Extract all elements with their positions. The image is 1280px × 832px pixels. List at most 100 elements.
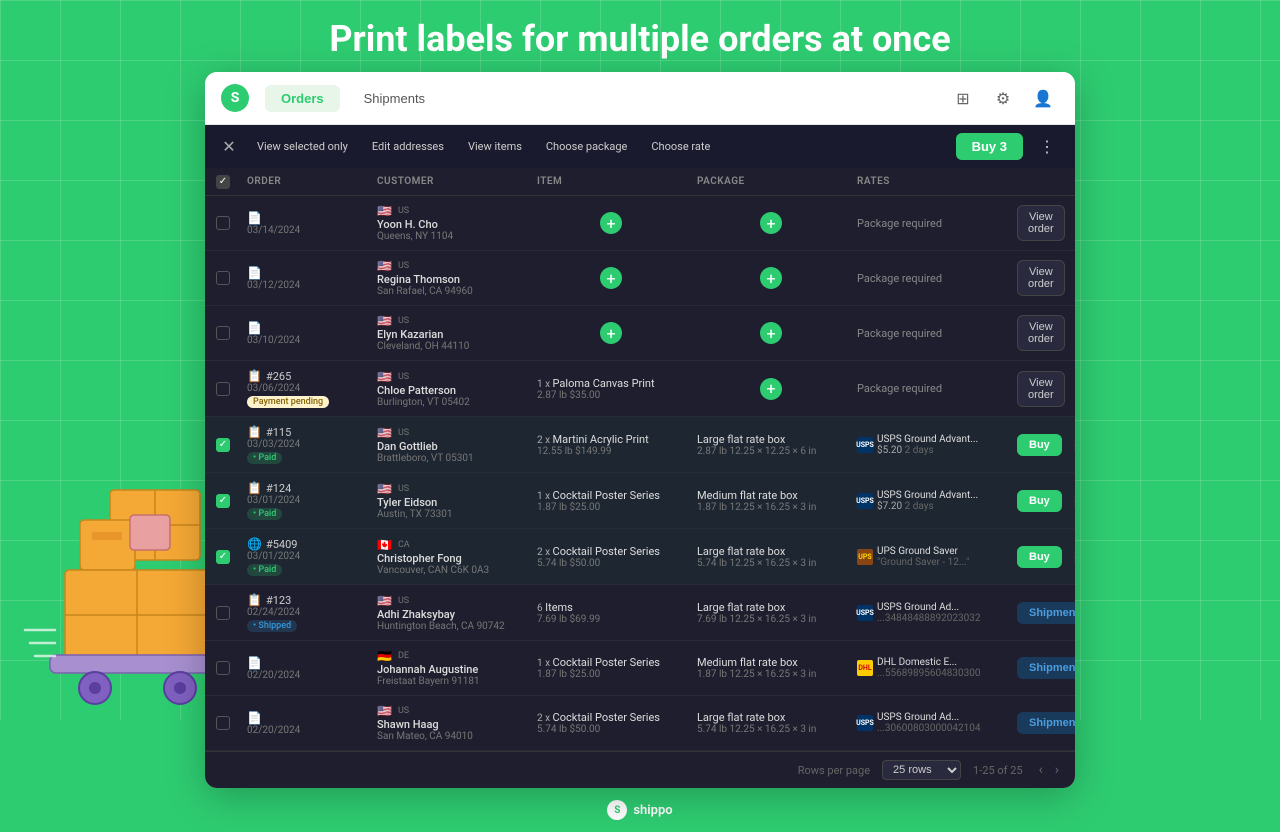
order-icon: 🌐 xyxy=(247,537,262,551)
add-item-icon[interactable]: + xyxy=(600,267,622,289)
add-item-icon[interactable]: + xyxy=(600,322,622,344)
package-dims: 2.87 lb 12.25 × 12.25 × 6 in xyxy=(697,446,845,457)
view-selected-label: View selected only xyxy=(249,136,356,157)
page-nav: ‹ › xyxy=(1035,760,1063,780)
buy-action-button[interactable]: Buy xyxy=(1017,546,1062,568)
col-rates: RATES xyxy=(851,174,1011,189)
prev-page-button[interactable]: ‹ xyxy=(1035,760,1047,780)
rate-price: $7.20 2 days xyxy=(877,501,978,512)
view-order-button[interactable]: View order xyxy=(1017,260,1065,296)
customer-name: Christopher Fong xyxy=(377,552,525,565)
order-date: 03/01/2024 xyxy=(247,551,365,562)
usps-logo: USPS xyxy=(857,437,873,453)
row-checkbox[interactable] xyxy=(216,326,230,340)
row-more-icon[interactable]: ⋮ xyxy=(1069,215,1075,232)
package-required-label: Package required xyxy=(857,217,942,230)
grid-icon[interactable]: ⊞ xyxy=(947,82,979,114)
rate-carrier: USPS USPS Ground Advant... $7.20 2 days xyxy=(857,490,1005,512)
customer-location: Queens, NY 1104 xyxy=(377,231,525,242)
tab-shipments[interactable]: Shipments xyxy=(348,85,441,112)
toolbar-more-icon[interactable]: ⋮ xyxy=(1031,133,1063,160)
order-icon: 📄 xyxy=(247,711,365,725)
rate-name: USPS Ground Ad... xyxy=(877,602,980,613)
table-row: 📄 03/12/2024 🇺🇸 US Regina Thomson San Ra… xyxy=(205,251,1075,306)
add-package-icon[interactable]: + xyxy=(760,378,782,400)
flag-icon: 🇺🇸 xyxy=(377,704,392,718)
select-all-checkbox[interactable]: ✓ xyxy=(216,175,230,189)
usps-logo: USPS xyxy=(857,605,873,621)
buy-action-button[interactable]: Buy xyxy=(1017,434,1062,456)
add-item-icon[interactable]: + xyxy=(600,212,622,234)
shipment-action-button[interactable]: Shipment xyxy=(1017,657,1075,679)
add-package-icon[interactable]: + xyxy=(760,267,782,289)
row-checkbox[interactable] xyxy=(216,716,230,730)
flag-icon: 🇺🇸 xyxy=(377,259,392,273)
close-icon[interactable]: ✕ xyxy=(217,135,241,159)
order-number: #124 xyxy=(266,482,291,495)
user-icon[interactable]: 👤 xyxy=(1027,82,1059,114)
row-checkbox[interactable]: ✓ xyxy=(216,438,230,452)
row-checkbox[interactable] xyxy=(216,271,230,285)
col-item: ITEM xyxy=(531,174,691,189)
row-more-icon[interactable]: ⋮ xyxy=(1069,270,1075,287)
table-container: ✓ ORDER CUSTOMER ITEM PACKAGE RATES 📄 03… xyxy=(205,168,1075,788)
payment-pending-badge: Payment pending xyxy=(247,396,329,408)
shipment-action-button[interactable]: Shipment xyxy=(1017,602,1075,624)
row-more-icon[interactable]: ⋮ xyxy=(1066,548,1075,565)
add-package-icon[interactable]: + xyxy=(760,212,782,234)
table-row: ✓ 📋 #115 03/03/2024 • Paid 🇺🇸 US Dan Got… xyxy=(205,417,1075,473)
usps-logo: USPS xyxy=(857,715,873,731)
table-row: 📄 03/14/2024 🇺🇸 US Yoon H. Cho Queens, N… xyxy=(205,196,1075,251)
shipment-action-button[interactable]: Shipment xyxy=(1017,712,1075,734)
row-checkbox[interactable] xyxy=(216,661,230,675)
buy-action-button[interactable]: Buy xyxy=(1017,490,1062,512)
choose-rate-label: Choose rate xyxy=(643,136,718,157)
table-footer: Rows per page 25 rows 50 rows 100 rows 1… xyxy=(205,751,1075,788)
rows-per-page-select[interactable]: 25 rows 50 rows 100 rows xyxy=(882,760,961,780)
buy-button[interactable]: Buy 3 xyxy=(956,133,1023,160)
col-headers: ✓ ORDER CUSTOMER ITEM PACKAGE RATES xyxy=(205,168,1075,196)
row-more-icon[interactable]: ⋮ xyxy=(1066,436,1075,453)
customer-location: Vancouver, CAN C6K 0A3 xyxy=(377,565,525,576)
table-row: 📄 02/20/2024 🇺🇸 US Shawn Haag San Mateo,… xyxy=(205,696,1075,751)
flag-icon: 🇺🇸 xyxy=(377,204,392,218)
view-order-button[interactable]: View order xyxy=(1017,371,1065,407)
view-order-button[interactable]: View order xyxy=(1017,205,1065,241)
row-more-icon[interactable]: ⋮ xyxy=(1069,380,1075,397)
tab-orders[interactable]: Orders xyxy=(265,85,340,112)
row-checkbox[interactable]: ✓ xyxy=(216,494,230,508)
row-checkbox[interactable]: ✓ xyxy=(216,550,230,564)
row-more-icon[interactable]: ⋮ xyxy=(1066,492,1075,509)
row-checkbox[interactable] xyxy=(216,606,230,620)
package-dims: 5.74 lb 12.25 × 16.25 × 3 in xyxy=(697,724,845,735)
settings-icon[interactable]: ⚙ xyxy=(987,82,1019,114)
row-more-icon[interactable]: ⋮ xyxy=(1069,325,1075,342)
add-package-icon[interactable]: + xyxy=(760,322,782,344)
customer-location: Brattleboro, VT 05301 xyxy=(377,453,525,464)
view-order-button[interactable]: View order xyxy=(1017,315,1065,351)
rate-name: DHL Domestic E... xyxy=(877,657,980,668)
customer-name: Yoon H. Cho xyxy=(377,218,525,231)
col-customer: CUSTOMER xyxy=(371,174,531,189)
hero-title: Print labels for multiple orders at once xyxy=(0,0,1280,72)
row-checkbox[interactable] xyxy=(216,216,230,230)
row-checkbox[interactable] xyxy=(216,382,230,396)
order-date: 03/03/2024 xyxy=(247,439,365,450)
country-code: US xyxy=(398,706,409,716)
country-code: US xyxy=(398,428,409,438)
country-code: US xyxy=(398,316,409,326)
customer-name: Tyler Eidson xyxy=(377,496,525,509)
view-items-label: View items xyxy=(460,136,530,157)
flag-icon: 🇺🇸 xyxy=(377,594,392,608)
table-row: ✓ 📋 #124 03/01/2024 • Paid 🇺🇸 US Tyler E… xyxy=(205,473,1075,529)
package-required-label: Package required xyxy=(857,382,942,395)
flag-icon: 🇺🇸 xyxy=(377,426,392,440)
country-code: US xyxy=(398,206,409,216)
flag-icon: 🇺🇸 xyxy=(377,482,392,496)
next-page-button[interactable]: › xyxy=(1051,760,1063,780)
package-dims: 5.74 lb 12.25 × 16.25 × 3 in xyxy=(697,558,845,569)
package-required-label: Package required xyxy=(857,272,942,285)
flag-icon: 🇺🇸 xyxy=(377,314,392,328)
customer-name: Elyn Kazarian xyxy=(377,328,525,341)
rate-tracking: ...55689895604830300 xyxy=(877,668,980,679)
